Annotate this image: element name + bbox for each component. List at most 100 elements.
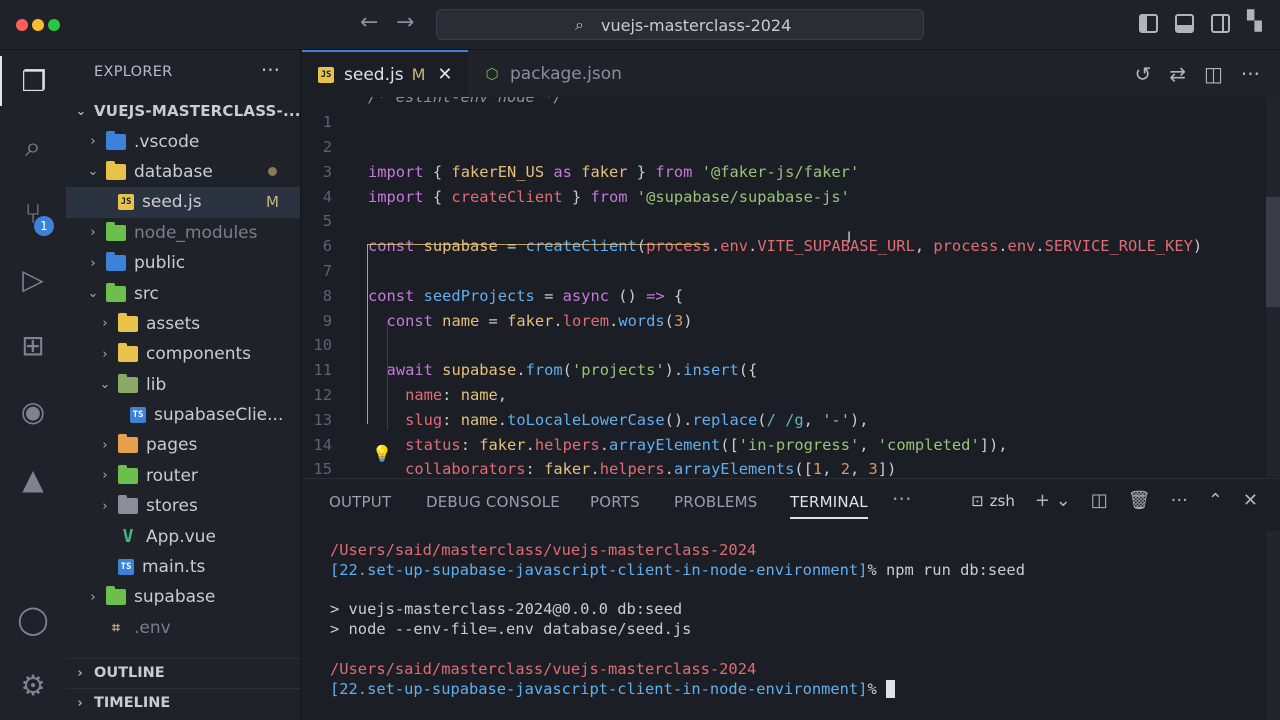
code-token: . xyxy=(497,410,508,429)
code-token: , xyxy=(859,435,878,454)
file-item[interactable]: V App.vue xyxy=(66,521,300,551)
folder-item[interactable]: › public xyxy=(66,248,300,278)
code-line: 10 xyxy=(302,333,1280,358)
close-window-button[interactable] xyxy=(16,19,28,31)
close-tab-icon[interactable]: ✕ xyxy=(437,64,452,85)
line-number: 15 xyxy=(313,460,332,477)
code-line: /* eslint-env node */ xyxy=(302,97,1280,110)
file-item[interactable]: JS seed.js M xyxy=(66,187,300,218)
chevron-right-icon: › xyxy=(102,468,108,484)
file-item[interactable]: ⌗ .env xyxy=(66,613,300,643)
code-token: as xyxy=(544,162,582,181)
minimize-window-button[interactable] xyxy=(32,19,44,31)
indent-guide xyxy=(387,320,388,430)
close-panel-icon[interactable]: ✕ xyxy=(1243,490,1258,511)
forward-arrow-icon[interactable]: → xyxy=(396,10,414,35)
split-terminal-icon[interactable]: ◫ xyxy=(1091,490,1108,511)
terminal-branch: [22.set-up-supabase-javascript-client-in… xyxy=(330,560,868,579)
folder-item[interactable]: ⌄ lib xyxy=(66,370,300,400)
folder-item[interactable]: ⌄ database xyxy=(66,157,300,187)
run-debug-icon[interactable]: ▷ xyxy=(0,254,66,304)
terminal-selector[interactable]: ⊡ zsh xyxy=(971,492,1015,510)
accounts-icon[interactable]: ◯ xyxy=(0,594,66,644)
folder-item[interactable]: › router xyxy=(66,461,300,491)
js-file-icon: JS xyxy=(318,66,334,83)
folder-icon xyxy=(106,160,126,180)
chevron-down-icon: ⌄ xyxy=(87,286,99,302)
more-actions-icon[interactable]: ··· xyxy=(1241,62,1260,86)
workspace-root[interactable]: ⌄ VUEJS-MASTERCLASS-... xyxy=(66,96,300,126)
code-line: 6 const supabase = createClient(process. e… xyxy=(302,234,1280,259)
code-line: 1 xyxy=(302,110,1280,135)
source-control-icon[interactable]: ⑂ 1 xyxy=(0,188,66,238)
timeline-history-icon[interactable]: ↺ xyxy=(1134,62,1151,86)
file-item[interactable]: TS supabaseClie... xyxy=(66,400,300,430)
toggle-primary-sidebar-icon[interactable] xyxy=(1139,14,1158,33)
ts-file-icon: TS xyxy=(130,407,146,424)
more-actions-icon[interactable]: ··· xyxy=(1171,490,1188,511)
zoom-window-button[interactable] xyxy=(48,19,60,31)
code-token: status xyxy=(405,435,461,454)
code-editor[interactable]: /* eslint-env node */1 2 3 import { fakerEN… xyxy=(302,97,1280,477)
folder-item[interactable]: › node_modules xyxy=(66,218,300,248)
code-token: . xyxy=(599,435,610,454)
code-token: } xyxy=(562,187,591,206)
line-number: 6 xyxy=(322,237,332,256)
toggle-secondary-sidebar-icon[interactable] xyxy=(1211,14,1230,33)
node-file-icon: ⬡ xyxy=(485,64,499,83)
settings-gear-icon[interactable]: ⚙ xyxy=(0,660,66,710)
item-label: router xyxy=(146,465,198,486)
split-editor-icon[interactable]: ◫ xyxy=(1204,62,1223,86)
editor-scrollbar[interactable] xyxy=(1266,97,1280,477)
back-arrow-icon[interactable]: ← xyxy=(360,10,378,35)
explorer-icon[interactable]: ❐ xyxy=(0,56,66,106)
tab-problems[interactable]: PROBLEMS xyxy=(674,493,757,511)
maximize-panel-icon[interactable]: ⌃ xyxy=(1208,490,1223,511)
code-token: '@faker-js/faker' xyxy=(701,162,860,181)
new-terminal-icon[interactable]: + ⌄ xyxy=(1035,490,1071,511)
folder-item[interactable]: › assets xyxy=(66,309,300,339)
terminal-prompt: % xyxy=(867,679,886,698)
more-actions-icon[interactable]: ··· xyxy=(261,58,280,82)
terminal-output[interactable]: /Users/said/masterclass/vuejs-masterclas… xyxy=(330,541,1025,699)
search-view-icon[interactable]: ⌕ xyxy=(0,122,66,172)
toggle-panel-icon[interactable] xyxy=(1175,14,1194,33)
extensions-icon[interactable]: ⊞ xyxy=(0,320,66,370)
trash-icon[interactable]: 🗑 xyxy=(1128,490,1151,511)
code-token: supabase xyxy=(442,361,517,380)
scope-guide-top xyxy=(367,244,709,245)
tab-debug-console[interactable]: DEBUG CONSOLE xyxy=(426,493,560,511)
tab-terminal[interactable]: TERMINAL xyxy=(790,493,868,519)
tab-output[interactable]: OUTPUT xyxy=(329,493,391,511)
ts-file-icon: TS xyxy=(118,559,134,576)
folder-item[interactable]: › .vscode xyxy=(66,126,300,156)
github-icon[interactable]: ◉ xyxy=(0,386,66,436)
outline-section[interactable]: › OUTLINE xyxy=(66,658,300,687)
customize-layout-icon[interactable] xyxy=(1247,10,1266,33)
command-center-search[interactable]: ⌕ vuejs-masterclass-2024 xyxy=(436,9,924,40)
folder-item[interactable]: ⌄ src xyxy=(66,278,300,308)
scrollbar-thumb[interactable] xyxy=(1266,197,1280,307)
timeline-section[interactable]: › TIMELINE xyxy=(66,688,300,717)
file-item[interactable]: TS main.ts xyxy=(66,552,300,582)
code-token: env xyxy=(1007,237,1036,256)
terminal-scrollbar[interactable] xyxy=(1266,531,1280,720)
item-label: public xyxy=(134,253,186,274)
folder-item[interactable]: › pages xyxy=(66,430,300,460)
compare-changes-icon[interactable]: ⇄ xyxy=(1169,62,1186,86)
tab-ports[interactable]: PORTS xyxy=(590,493,640,511)
line-number: 10 xyxy=(313,336,332,355)
folder-item[interactable]: › stores xyxy=(66,491,300,521)
lightbulb-icon[interactable]: 💡 xyxy=(372,444,392,463)
folder-icon xyxy=(106,221,126,241)
folder-item[interactable]: › components xyxy=(66,339,300,369)
code-token: => xyxy=(646,286,665,305)
tab-package-json[interactable]: ⬡ package.json xyxy=(468,50,638,97)
code-line: 3 import { fakerEN_US as faker } from '@f… xyxy=(302,159,1280,184)
azure-icon[interactable]: ▲ xyxy=(0,454,66,504)
code-token: await xyxy=(386,361,433,380)
modified-indicator: M xyxy=(266,193,279,212)
tab-seed-js[interactable]: JS seed.js M ✕ xyxy=(302,50,468,97)
folder-item[interactable]: › supabase xyxy=(66,582,300,612)
more-views-icon[interactable]: ··· xyxy=(892,487,912,511)
